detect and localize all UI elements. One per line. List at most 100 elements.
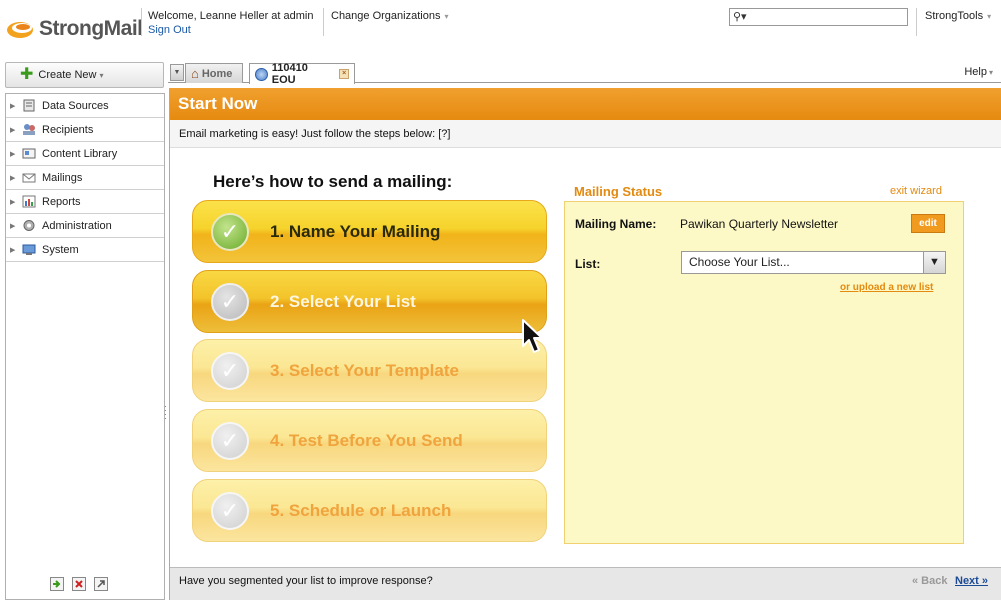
create-new-button[interactable]: ✚ Create New ▾ [5, 62, 164, 88]
logo-mark-icon [6, 18, 36, 40]
tab-list-dropdown[interactable]: ▼ [170, 64, 184, 81]
mailing-status-panel: Mailing Name: Pawikan Quarterly Newslett… [564, 201, 964, 544]
create-new-label: Create New [38, 69, 97, 81]
mailing-name-value: Pawikan Quarterly Newsletter [680, 217, 839, 231]
expand-arrow-icon[interactable]: ▶ [10, 126, 22, 134]
wizard-footer: Have you segmented your list to improve … [170, 567, 1001, 600]
sidebar-item-system[interactable]: ▶ System [6, 238, 164, 262]
caret-icon: ▾ [444, 12, 449, 21]
tab-home-label: Home [201, 67, 233, 80]
expand-arrow-icon[interactable]: ▶ [10, 198, 22, 206]
step-schedule-launch[interactable]: ✓ 5. Schedule or Launch [192, 479, 547, 542]
sidebar-nav: ▶ Data Sources ▶ Recipients ▶ Content Li… [5, 93, 165, 600]
step-label: 3. Select Your Template [270, 360, 459, 380]
search-box[interactable]: ⚲▾ [729, 8, 908, 26]
change-organizations-label: Change Organizations [331, 10, 441, 22]
step-label: 5. Schedule or Launch [270, 500, 452, 520]
header-divider [323, 8, 324, 36]
checkmark-icon: ✓ [211, 212, 249, 251]
dropdown-arrow-icon[interactable]: ▼ [923, 252, 945, 273]
expand-arrow-icon[interactable]: ▶ [10, 174, 22, 182]
search-icon[interactable]: ⚲▾ [733, 10, 747, 23]
chevron-down-icon: ▾ [99, 70, 104, 80]
strongmail-logo: StrongMail [6, 17, 143, 41]
logo-text: StrongMail [39, 17, 143, 40]
welcome-text: Welcome, Leanne Heller at admin [148, 10, 314, 22]
data-sources-icon [22, 99, 36, 112]
change-organizations-link[interactable]: Change Organizations ▾ [331, 10, 448, 22]
tab-home[interactable]: ⌂ Home [185, 63, 243, 83]
search-input[interactable] [750, 10, 904, 24]
step-name-mailing[interactable]: ✓ 1. Name Your Mailing [192, 200, 547, 263]
checkmark-icon: ✓ [211, 351, 249, 390]
tab-mailing-label: 110410 EOU [271, 62, 308, 86]
step-label: 2. Select Your List [270, 291, 416, 311]
mailing-status-title: Mailing Status [574, 184, 663, 199]
expand-arrow-icon[interactable]: ▶ [10, 246, 22, 254]
header-divider [916, 8, 917, 36]
home-icon: ⌂ [191, 66, 199, 81]
wizard-content: Here’s how to send a mailing: ✓ 1. Name … [170, 149, 1001, 567]
upload-list-link[interactable]: or upload a new list [840, 282, 933, 293]
sidebar-item-label: Recipients [42, 123, 94, 136]
step-select-template[interactable]: ✓ 3. Select Your Template [192, 339, 547, 402]
content-library-icon [22, 147, 36, 160]
back-button[interactable]: « Back [912, 575, 947, 587]
system-icon [22, 243, 36, 256]
panel-splitter[interactable]: · · · · [164, 402, 167, 423]
list-label: List: [575, 257, 601, 271]
expand-arrow-icon[interactable]: ▶ [10, 102, 22, 110]
checkmark-icon: ✓ [211, 491, 249, 530]
sidebar-item-label: System [42, 243, 79, 256]
sidebar-item-content-library[interactable]: ▶ Content Library [6, 142, 164, 166]
header-divider [141, 8, 142, 36]
mailings-icon [22, 171, 36, 184]
help-label: Help [964, 66, 987, 78]
strongtools-menu[interactable]: StrongTools ▾ [925, 10, 991, 22]
left-panel: ✚ Create New ▾ ▶ Data Sources ▶ Recipien… [4, 62, 165, 600]
close-tab-icon[interactable]: × [339, 69, 350, 79]
edit-button[interactable]: edit [911, 214, 945, 233]
expand-arrow-icon[interactable]: ▶ [10, 222, 22, 230]
sidebar-tools [50, 577, 108, 591]
sidebar-item-mailings[interactable]: ▶ Mailings [6, 166, 164, 190]
reports-icon [22, 195, 36, 208]
import-icon[interactable] [50, 577, 64, 591]
sidebar-item-label: Reports [42, 195, 81, 208]
footer-tip: Have you segmented your list to improve … [179, 575, 433, 587]
export-icon[interactable] [94, 577, 108, 591]
top-header: StrongMail Welcome, Leanne Heller at adm… [0, 0, 1001, 62]
sidebar-item-administration[interactable]: ▶ Administration [6, 214, 164, 238]
sidebar-item-data-sources[interactable]: ▶ Data Sources [6, 94, 164, 118]
mailing-name-label: Mailing Name: [575, 217, 657, 231]
recipients-icon [22, 123, 36, 136]
sign-out-link[interactable]: Sign Out [148, 24, 191, 36]
next-button[interactable]: Next » [955, 575, 988, 587]
step-label: 4. Test Before You Send [270, 430, 463, 450]
caret-icon: ▾ [987, 12, 992, 21]
checkmark-icon: ✓ [211, 421, 249, 460]
mouse-pointer-icon [522, 319, 543, 353]
sidebar-item-recipients[interactable]: ▶ Recipients [6, 118, 164, 142]
sidebar-item-label: Administration [42, 219, 112, 232]
expand-arrow-icon[interactable]: ▶ [10, 150, 22, 158]
sidebar-item-label: Data Sources [42, 99, 109, 112]
step-select-list[interactable]: ✓ 2. Select Your List [192, 270, 547, 333]
step-test-before-send[interactable]: ✓ 4. Test Before You Send [192, 409, 547, 472]
sidebar-item-reports[interactable]: ▶ Reports [6, 190, 164, 214]
list-select[interactable]: Choose Your List... ▼ [681, 251, 946, 274]
list-select-value: Choose Your List... [689, 255, 790, 269]
help-menu[interactable]: Help ▾ [964, 66, 993, 78]
exit-wizard-link[interactable]: exit wizard [890, 185, 942, 197]
delete-icon[interactable] [72, 577, 86, 591]
strongtools-label: StrongTools [925, 10, 984, 22]
tab-mailing[interactable]: 110410 EOU × [249, 62, 355, 86]
wizard-intro: Email marketing is easy! Just follow the… [170, 120, 1001, 148]
plus-icon: ✚ [20, 66, 34, 83]
checkmark-icon: ✓ [211, 282, 249, 321]
sidebar-item-label: Content Library [42, 147, 118, 160]
page-title: Start Now [170, 88, 1001, 120]
howto-heading: Here’s how to send a mailing: [213, 172, 453, 191]
administration-icon [22, 219, 36, 232]
globe-icon [255, 67, 268, 81]
